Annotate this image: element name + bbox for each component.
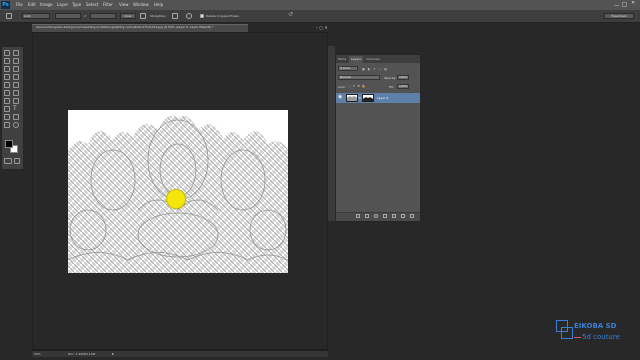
- gear-icon[interactable]: [186, 13, 192, 19]
- panel-dock-strip: [327, 46, 335, 221]
- quick-mask-icon[interactable]: [4, 158, 12, 164]
- healing-tool-icon[interactable]: [4, 74, 10, 80]
- panel-footer: [336, 212, 420, 221]
- minimize-icon[interactable]: [614, 5, 619, 7]
- link-layers-icon[interactable]: [356, 214, 360, 218]
- document-title: lace-border-green-background-wedding-inv…: [36, 25, 214, 29]
- workspace-select[interactable]: Essentials: [604, 13, 634, 19]
- eye-icon[interactable]: ◉: [338, 94, 342, 100]
- fill-label: Fill:: [389, 85, 395, 89]
- window-controls[interactable]: – ▢ ✕: [316, 25, 328, 30]
- lock-label: Lock:: [338, 85, 346, 89]
- stamp-tool-icon[interactable]: [4, 82, 10, 88]
- reset-icon[interactable]: ↺: [288, 11, 293, 18]
- menu-filter[interactable]: Filter: [103, 2, 113, 7]
- tab-paths[interactable]: Paths: [336, 56, 348, 63]
- pen-tool-icon[interactable]: [4, 106, 10, 112]
- width-field[interactable]: [55, 13, 81, 19]
- screen-mode-icon[interactable]: [14, 158, 20, 164]
- path-select-icon[interactable]: [4, 114, 10, 120]
- eraser-tool-icon[interactable]: [4, 90, 10, 96]
- type-tool-icon[interactable]: T: [13, 106, 19, 112]
- layer-mask-image: [363, 95, 373, 101]
- blend-mode-select[interactable]: Normal: [338, 75, 380, 80]
- new-group-icon[interactable]: [392, 214, 396, 218]
- photoshop-logo: Ps: [1, 1, 10, 9]
- chain-link-icon[interactable]: ∞: [358, 95, 361, 100]
- layer-thumbnail[interactable]: [346, 94, 358, 102]
- delete-cropped-checkbox[interactable]: [200, 14, 204, 18]
- lock-icons[interactable]: ⬚✎✥🔒: [348, 84, 378, 88]
- history-brush-icon[interactable]: [13, 82, 19, 88]
- height-field[interactable]: [90, 13, 116, 19]
- status-bar: 50% Doc: 1.49M/3.10M ▸: [32, 350, 328, 357]
- clear-button[interactable]: Clear: [120, 13, 136, 19]
- opacity-field[interactable]: 100%: [397, 75, 409, 80]
- watermark-accent: [574, 337, 581, 338]
- move-tool-icon[interactable]: [13, 50, 19, 56]
- crop-tool-icon[interactable]: [4, 66, 10, 72]
- quick-select-tool-icon[interactable]: [13, 58, 19, 64]
- marquee-tool-icon[interactable]: [4, 50, 10, 56]
- menu-bar: Ps File Edit Image Layer Type Select Fil…: [0, 0, 640, 10]
- gradient-tool-icon[interactable]: [13, 90, 19, 96]
- straighten-icon[interactable]: [140, 13, 146, 19]
- zoom-level[interactable]: 50%: [34, 352, 41, 356]
- hand-tool-icon[interactable]: [4, 122, 10, 128]
- layer-mask-thumbnail[interactable]: [362, 94, 374, 102]
- trash-icon[interactable]: [410, 214, 414, 218]
- maximize-icon[interactable]: [622, 2, 627, 7]
- adjustment-layer-icon[interactable]: [383, 214, 387, 218]
- tab-channels[interactable]: Channels: [364, 56, 382, 63]
- search-icon: ⚲: [340, 66, 343, 70]
- menu-help[interactable]: Help: [154, 2, 163, 7]
- eyedropper-tool-icon[interactable]: [13, 66, 19, 72]
- menu-image[interactable]: Image: [40, 2, 53, 7]
- straighten-label: Straighten: [150, 14, 166, 18]
- kind-filter-select[interactable]: ⚲ Kind: [338, 66, 358, 71]
- tab-layers[interactable]: Layers: [349, 56, 363, 63]
- brush-tool-icon[interactable]: [13, 74, 19, 80]
- swap-icon[interactable]: ⇄: [84, 14, 87, 18]
- fx-icon[interactable]: [365, 214, 369, 218]
- kind-filter-label: Kind: [343, 66, 350, 70]
- ratio-select[interactable]: Auto: [22, 13, 50, 19]
- layer-name[interactable]: Layer 0: [377, 96, 388, 100]
- zoom-tool-icon[interactable]: [13, 122, 19, 128]
- dodge-tool-icon[interactable]: [13, 98, 19, 104]
- opacity-label: Opacity:: [384, 76, 397, 80]
- options-bar: Auto ⇄ Clear Straighten Delete Cropped P…: [0, 10, 640, 23]
- blur-tool-icon[interactable]: [4, 98, 10, 104]
- watermark-subtitle: 5d couture: [582, 333, 620, 341]
- menu-window[interactable]: Window: [133, 2, 149, 7]
- add-mask-icon[interactable]: [374, 214, 378, 218]
- close-icon[interactable]: ✕: [631, 1, 636, 6]
- lasso-tool-icon[interactable]: [4, 58, 10, 64]
- menu-view[interactable]: View: [119, 2, 129, 7]
- menu-edit[interactable]: Edit: [28, 2, 36, 7]
- menu-file[interactable]: File: [16, 2, 23, 7]
- status-arrow-icon[interactable]: ▸: [112, 351, 114, 356]
- filter-icons[interactable]: ▣◐T⬚▤: [362, 67, 412, 71]
- layer-thumbnail-image: [347, 96, 357, 101]
- new-layer-icon[interactable]: [401, 214, 405, 218]
- menu-type[interactable]: Type: [72, 2, 81, 7]
- grid-overlay-icon[interactable]: [172, 13, 178, 19]
- watermark-logo-icon-2: [561, 327, 573, 339]
- fill-field[interactable]: 100%: [397, 84, 409, 89]
- doc-info: Doc: 1.49M/3.10M: [68, 352, 96, 356]
- shape-tool-icon[interactable]: [13, 114, 19, 120]
- delete-cropped-label: Delete Cropped Pixels: [206, 14, 239, 18]
- crop-tool-icon[interactable]: [6, 13, 12, 19]
- cursor-highlight: [166, 189, 186, 209]
- menu-select[interactable]: Select: [86, 2, 98, 7]
- watermark-brand: EIKOBA SD: [574, 322, 617, 330]
- menu-layer[interactable]: Layer: [57, 2, 68, 7]
- foreground-color[interactable]: [5, 140, 13, 148]
